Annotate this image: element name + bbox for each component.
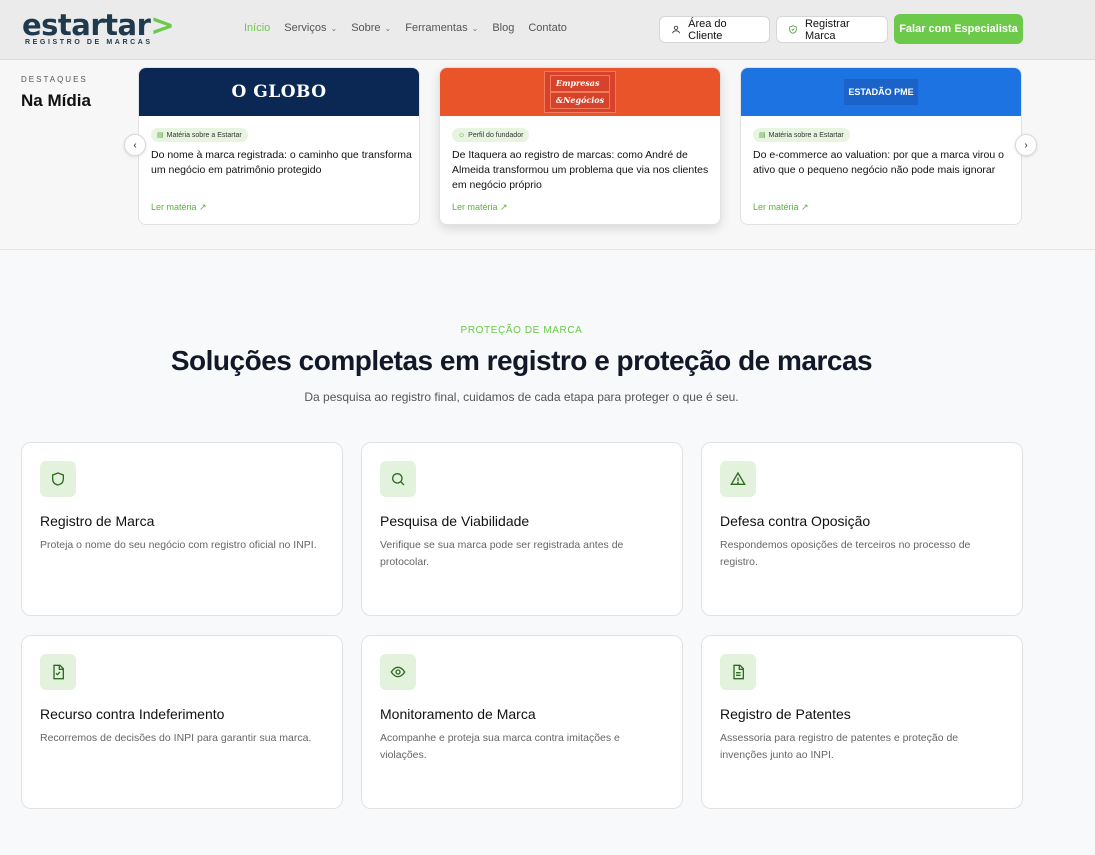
service-card-title: Registro de Patentes [720,706,851,722]
chevron-down-icon: ⌄ [471,23,479,33]
chevron-down-icon: ⌄ [330,23,338,33]
media-tag: ☺ Perfil do fundador [452,128,530,142]
media-title: Na Mídia [21,91,91,110]
nav-item-inicio[interactable]: Início [244,22,270,34]
warning-icon [720,461,756,497]
nav-item-ferramentas[interactable]: Ferramentas ⌄ [405,22,478,34]
media-card[interactable]: O GLOBO ▤ Matéria sobre a Estartar Do nom… [138,67,420,225]
media-section: DESTAQUES Na Mídia ‹ › O GLOBO ▤ Matéria … [0,61,1095,250]
shield-check-icon [789,25,797,34]
logo[interactable]: estartar> REGISTRO DE MARCAS [22,8,175,46]
file-check-icon [40,654,76,690]
logo-tagline: REGISTRO DE MARCAS [25,39,153,46]
media-eyebrow: DESTAQUES [21,75,88,84]
chevron-down-icon: ⌄ [384,23,392,33]
service-card-desc: Assessoria para registro de patentes e p… [720,732,959,761]
chevron-left-icon: ‹ [133,139,137,151]
service-card-desc: Proteja o nome do seu negócio com regist… [40,539,317,551]
outlet-logo-pegn: Empresas &Negócios [440,68,720,116]
media-card-headline: Do e-commerce ao valuation: por que a ma… [753,149,1004,176]
client-area-button[interactable]: Área do Cliente [659,16,770,43]
media-card-headline: Do nome à marca registrada: o caminho qu… [151,149,412,176]
service-card-title: Defesa contra Oposição [720,513,871,529]
media-card[interactable]: Empresas &Negócios ☺ Perfil do fundador De… [439,67,721,225]
newspaper-icon: ▤ [157,132,164,139]
solutions-eyebrow: PROTEÇÃO DE MARCA [460,325,583,336]
solutions-title: Soluções completas em registro e proteçã… [170,345,873,376]
service-card-desc: Verifique se sua marca pode ser registra… [380,539,624,568]
service-card-title: Pesquisa de Viabilidade [380,513,530,529]
user-icon: ☺ [458,131,466,139]
service-card-desc: Respondemos oposições de terceiros no pr… [720,539,971,568]
eye-icon [380,654,416,690]
outlet-logo-estadao: ESTADÃO PME [741,68,1021,116]
nav-item-servicos[interactable]: Serviços ⌄ [284,22,337,34]
carousel-next-button[interactable]: › [1015,134,1037,156]
service-card-recurso[interactable]: Recurso contra Indeferimento Recorremos … [21,635,343,809]
shield-icon [40,461,76,497]
nav-item-blog[interactable]: Blog [492,22,514,34]
talk-to-specialist-button[interactable]: Falar com Especialista [894,14,1023,44]
service-card-desc: Recorremos de decisões do INPI para gara… [40,732,312,744]
logo-wordmark: estartar> [22,8,175,42]
nav-item-contato[interactable]: Contato [528,22,567,34]
newspaper-icon: ▤ [759,132,766,139]
media-card[interactable]: ESTADÃO PME ▤ Matéria sobre a Estartar Do… [740,67,1022,225]
service-card-monitoramento[interactable]: Monitoramento de Marca Acompanhe e prote… [361,635,683,809]
register-brand-button[interactable]: Registrar Marca [776,16,888,43]
service-card-title: Monitoramento de Marca [380,706,536,722]
service-card-title: Recurso contra Indeferimento [40,706,225,722]
service-card-patentes[interactable]: Registro de Patentes Assessoria para reg… [701,635,1023,809]
read-article-link[interactable]: Ler matéria ↗ [151,202,207,213]
service-card-title: Registro de Marca [40,513,155,529]
service-card-defesa[interactable]: Defesa contra Oposição Respondemos oposi… [701,442,1023,616]
media-tag: ▤ Matéria sobre a Estartar [151,128,248,142]
service-card-pesquisa[interactable]: Pesquisa de Viabilidade Verifique se sua… [361,442,683,616]
outlet-logo-globo: O GLOBO [139,68,419,116]
service-card-registro-marca[interactable]: Registro de Marca Proteja o nome do seu … [21,442,343,616]
media-tag: ▤ Matéria sobre a Estartar [753,128,850,142]
read-article-link[interactable]: Ler matéria ↗ [753,202,809,213]
nav-item-sobre[interactable]: Sobre ⌄ [351,22,391,34]
solutions-subtitle: Da pesquisa ao registro final, cuidamos … [304,390,739,404]
document-icon [720,654,756,690]
solutions-section: PROTEÇÃO DE MARCA Soluções completas em … [0,251,1095,855]
carousel-prev-button[interactable]: ‹ [124,134,146,156]
service-card-desc: Acompanhe e proteja sua marca contra imi… [380,732,620,761]
main-nav: Início Serviços ⌄ Sobre ⌄ Ferramentas ⌄ Blo… [244,22,581,34]
site-header: estartar> REGISTRO DE MARCAS Início Serv… [0,0,1095,60]
read-article-link[interactable]: Ler matéria ↗ [452,202,508,213]
chevron-right-icon: › [1024,139,1028,151]
media-card-headline: De Itaquera ao registro de marcas: como … [452,149,709,191]
user-icon [672,25,680,34]
search-icon [380,461,416,497]
